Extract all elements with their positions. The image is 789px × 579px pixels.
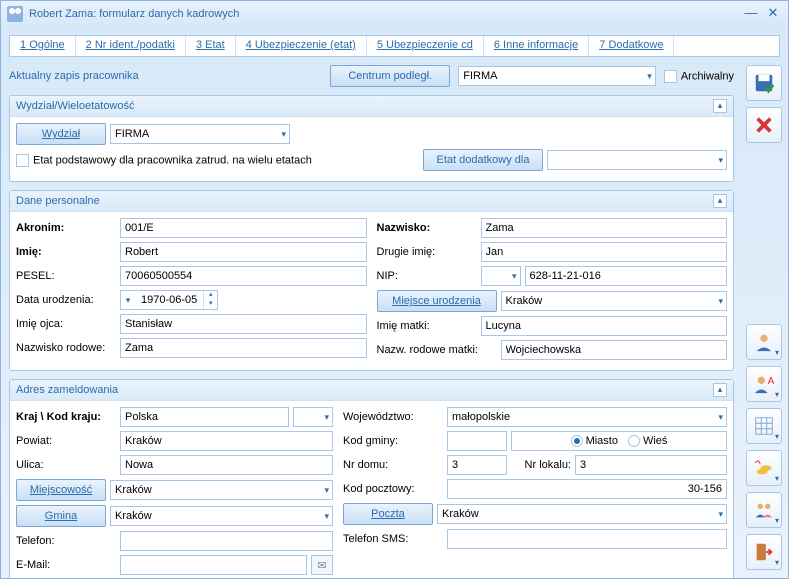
save-button[interactable] (746, 65, 782, 101)
rodowe-m-label: Nazw. rodowe matki: (377, 344, 497, 356)
data-input[interactable]: ▾1970-06-05▴▾ (120, 290, 218, 310)
poczta-button[interactable]: Poczta (343, 503, 433, 525)
ojciec-input[interactable] (120, 314, 367, 334)
rodowe-label: Nazwisko rodowe: (16, 342, 116, 354)
etat-dodatkowy-button[interactable]: Etat dodatkowy dla (423, 149, 543, 171)
rodowe-input[interactable] (120, 338, 367, 358)
collapse-icon[interactable]: ▴ (713, 194, 727, 208)
kraj-label: Kraj \ Kod kraju: (16, 411, 116, 423)
sms-label: Telefon SMS: (343, 533, 443, 545)
telefon-input[interactable] (120, 531, 333, 551)
person-a-button[interactable]: A▾ (746, 366, 782, 402)
email-label: E-Mail: (16, 559, 116, 571)
tab-inne[interactable]: 6 Inne informacje (484, 36, 589, 56)
tab-dodatkowe[interactable]: 7 Dodatkowe (589, 36, 674, 56)
kod-gminy-input[interactable] (447, 431, 507, 451)
etat-podst-checkbox[interactable]: Etat podstawowy dla pracownika zatrud. n… (16, 154, 312, 167)
drugie-input[interactable] (481, 242, 728, 262)
nrdomu-input[interactable] (447, 455, 507, 475)
nrlokalu-label: Nr lokalu: (511, 459, 571, 471)
group-wydzial: Wydział/Wieloetatowość ▴ Wydział FIRMA E… (9, 95, 734, 182)
poczta-combo[interactable]: Kraków (437, 504, 727, 524)
group-dane-title: Dane personalne (16, 195, 713, 207)
cancel-button[interactable] (746, 107, 782, 143)
grid-button[interactable]: ▾ (746, 408, 782, 444)
powiat-input[interactable] (120, 431, 333, 451)
ojciec-label: Imię ojca: (16, 318, 116, 330)
data-label: Data urodzenia: (16, 294, 116, 306)
imie-input[interactable] (120, 242, 367, 262)
tab-ogolne[interactable]: 1 Ogólne (10, 36, 76, 56)
matka-input[interactable] (481, 316, 728, 336)
miejscowosc-button[interactable]: Miejscowość (16, 479, 106, 501)
gmina-combo[interactable]: Kraków (110, 506, 333, 526)
kraj-input[interactable] (120, 407, 289, 427)
tab-nr-ident[interactable]: 2 Nr ident./podatki (76, 36, 186, 56)
rodowe-m-input[interactable] (501, 340, 728, 360)
miejsce-combo[interactable]: Kraków (501, 291, 728, 311)
powiat-label: Powiat: (16, 435, 116, 447)
centrum-button[interactable]: Centrum podległ. (330, 65, 450, 87)
group-adres-title: Adres zameldowania (16, 384, 713, 396)
nip-prefix-combo[interactable] (481, 266, 521, 286)
ulica-input[interactable] (120, 455, 333, 475)
current-record-label: Aktualny zapis pracownika (9, 70, 139, 82)
svg-text:A: A (768, 376, 775, 387)
minimize-button[interactable]: — (742, 6, 760, 22)
exit-button[interactable]: ▾ (746, 534, 782, 570)
miasto-radio[interactable]: Miasto (571, 435, 618, 447)
sidebar: ▾ A▾ ▾ ▾ ▾ ▾ (742, 57, 788, 578)
email-input[interactable] (120, 555, 307, 575)
kodp-input[interactable] (447, 479, 727, 499)
tab-ubezp-etat[interactable]: 4 Ubezpieczenie (etat) (236, 36, 367, 56)
wies-radio[interactable]: Wieś (628, 435, 667, 447)
pesel-input[interactable] (120, 266, 367, 286)
nrlokalu-input[interactable] (575, 455, 727, 475)
tab-ubezp-cd[interactable]: 5 Ubezpieczenie cd (367, 36, 484, 56)
collapse-icon[interactable]: ▴ (713, 99, 727, 113)
woj-combo[interactable]: małopolskie (447, 407, 727, 427)
kod-gminy-label: Kod gminy: (343, 435, 443, 447)
ulica-label: Ulica: (16, 459, 116, 471)
tab-etat[interactable]: 3 Etat (186, 36, 236, 56)
person-button[interactable]: ▾ (746, 324, 782, 360)
email-send-button[interactable]: ✉ (311, 555, 333, 575)
archive-checkbox[interactable]: Archiwalny (664, 70, 734, 83)
nip-input[interactable] (525, 266, 728, 286)
wydzial-combo[interactable]: FIRMA (110, 124, 290, 144)
nrdomu-label: Nr domu: (343, 459, 443, 471)
miejscowosc-combo[interactable]: Kraków (110, 480, 333, 500)
nazwisko-label: Nazwisko: (377, 222, 477, 234)
money-button[interactable]: ▾ (746, 450, 782, 486)
collapse-icon[interactable]: ▴ (713, 383, 727, 397)
etat-dodatkowy-combo[interactable] (547, 150, 727, 170)
group-wydzial-title: Wydział/Wieloetatowość (16, 100, 713, 112)
nazwisko-input[interactable] (481, 218, 728, 238)
kod-kraju-combo[interactable] (293, 407, 333, 427)
group-adres: Adres zameldowania ▴ Kraj \ Kod kraju: P… (9, 379, 734, 578)
kodp-label: Kod pocztowy: (343, 483, 443, 495)
nip-label: NIP: (377, 270, 477, 282)
app-icon (7, 6, 23, 22)
close-button[interactable]: ✕ (764, 6, 782, 22)
window-title: Robert Zama: formularz danych kadrowych (29, 8, 239, 20)
people-button[interactable]: ▾ (746, 492, 782, 528)
akronim-input[interactable] (120, 218, 367, 238)
wydzial-button[interactable]: Wydział (16, 123, 106, 145)
pesel-label: PESEL: (16, 270, 116, 282)
titlebar: Robert Zama: formularz danych kadrowych … (1, 1, 788, 27)
tabstrip: 1 Ogólne 2 Nr ident./podatki 3 Etat 4 Ub… (9, 35, 780, 57)
telefon-label: Telefon: (16, 535, 116, 547)
miejsce-button[interactable]: Miejsce urodzenia (377, 290, 497, 312)
imie-label: Imię: (16, 246, 116, 258)
drugie-label: Drugie imię: (377, 246, 477, 258)
firma-combo[interactable]: FIRMA (458, 66, 656, 86)
akronim-label: Akronim: (16, 222, 116, 234)
woj-label: Województwo: (343, 411, 443, 423)
matka-label: Imię matki: (377, 320, 477, 332)
sms-input[interactable] (447, 529, 727, 549)
gmina-button[interactable]: Gmina (16, 505, 106, 527)
group-dane: Dane personalne ▴ Akronim: Imię: PESEL: … (9, 190, 734, 371)
